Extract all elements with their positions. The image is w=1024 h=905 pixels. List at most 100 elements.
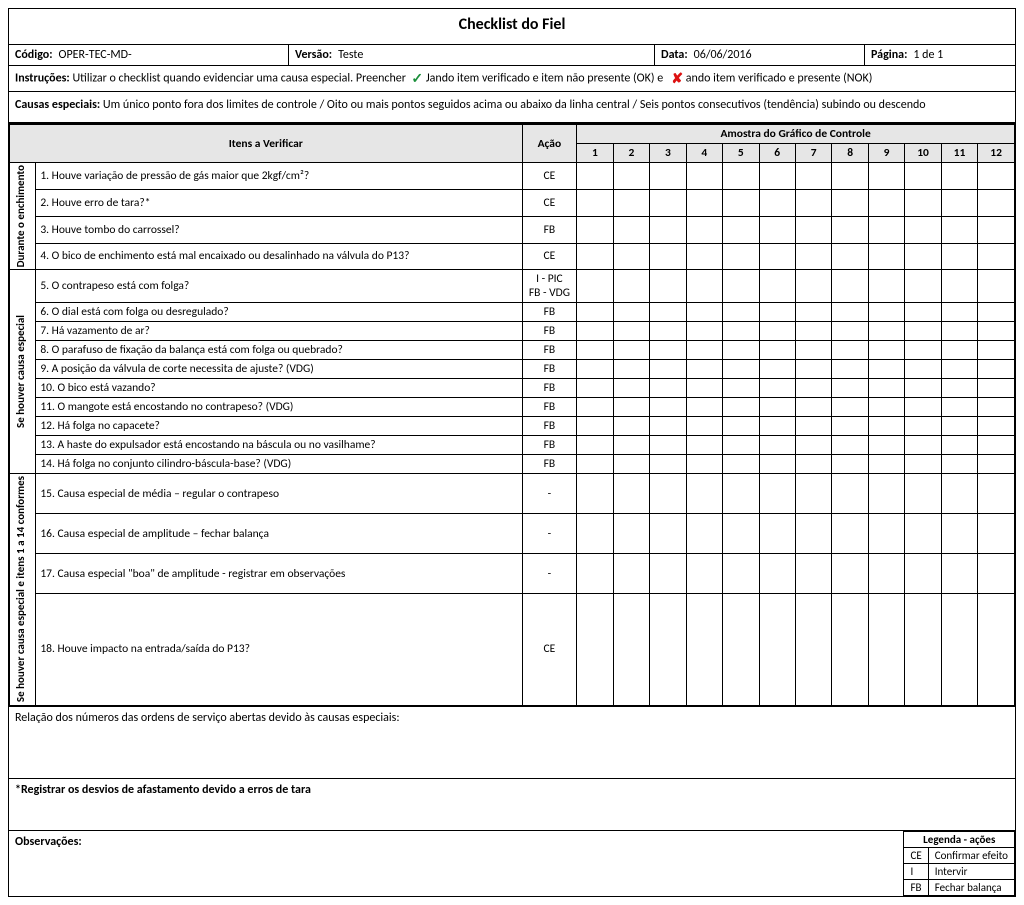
sample-cell[interactable] (978, 417, 1015, 436)
sample-cell[interactable] (613, 189, 649, 216)
sample-cell[interactable] (905, 163, 941, 190)
sample-cell[interactable] (759, 398, 795, 417)
sample-cell[interactable] (686, 189, 722, 216)
sample-cell[interactable] (868, 514, 904, 554)
sample-cell[interactable] (759, 474, 795, 514)
sample-cell[interactable] (613, 216, 649, 243)
sample-cell[interactable] (941, 360, 977, 379)
sample-cell[interactable] (795, 243, 831, 270)
sample-cell[interactable] (613, 554, 649, 594)
sample-cell[interactable] (686, 303, 722, 322)
sample-cell[interactable] (650, 514, 686, 554)
sample-cell[interactable] (795, 216, 831, 243)
sample-cell[interactable] (978, 189, 1015, 216)
sample-cell[interactable] (613, 163, 649, 190)
sample-cell[interactable] (941, 594, 977, 705)
sample-cell[interactable] (868, 322, 904, 341)
sample-cell[interactable] (759, 322, 795, 341)
sample-cell[interactable] (978, 379, 1015, 398)
sample-cell[interactable] (941, 436, 977, 455)
sample-cell[interactable] (795, 163, 831, 190)
sample-cell[interactable] (795, 398, 831, 417)
sample-cell[interactable] (650, 417, 686, 436)
sample-cell[interactable] (686, 436, 722, 455)
sample-cell[interactable] (868, 189, 904, 216)
sample-cell[interactable] (723, 341, 759, 360)
sample-cell[interactable] (577, 341, 613, 360)
sample-cell[interactable] (577, 474, 613, 514)
sample-cell[interactable] (941, 554, 977, 594)
sample-cell[interactable] (905, 189, 941, 216)
sample-cell[interactable] (832, 341, 868, 360)
sample-cell[interactable] (723, 379, 759, 398)
sample-cell[interactable] (650, 379, 686, 398)
sample-cell[interactable] (613, 270, 649, 303)
sample-cell[interactable] (686, 341, 722, 360)
sample-cell[interactable] (686, 554, 722, 594)
sample-cell[interactable] (905, 594, 941, 705)
sample-cell[interactable] (905, 436, 941, 455)
sample-cell[interactable] (795, 554, 831, 594)
sample-cell[interactable] (650, 341, 686, 360)
sample-cell[interactable] (941, 474, 977, 514)
sample-cell[interactable] (650, 189, 686, 216)
sample-cell[interactable] (613, 360, 649, 379)
sample-cell[interactable] (759, 455, 795, 474)
sample-cell[interactable] (832, 243, 868, 270)
sample-cell[interactable] (868, 341, 904, 360)
sample-cell[interactable] (723, 474, 759, 514)
sample-cell[interactable] (868, 455, 904, 474)
sample-cell[interactable] (795, 189, 831, 216)
sample-cell[interactable] (905, 514, 941, 554)
sample-cell[interactable] (723, 554, 759, 594)
sample-cell[interactable] (650, 270, 686, 303)
sample-cell[interactable] (941, 455, 977, 474)
sample-cell[interactable] (868, 398, 904, 417)
sample-cell[interactable] (978, 303, 1015, 322)
sample-cell[interactable] (577, 322, 613, 341)
sample-cell[interactable] (759, 436, 795, 455)
sample-cell[interactable] (868, 379, 904, 398)
sample-cell[interactable] (941, 379, 977, 398)
sample-cell[interactable] (978, 455, 1015, 474)
sample-cell[interactable] (759, 594, 795, 705)
sample-cell[interactable] (832, 379, 868, 398)
sample-cell[interactable] (650, 243, 686, 270)
sample-cell[interactable] (832, 514, 868, 554)
sample-cell[interactable] (978, 270, 1015, 303)
sample-cell[interactable] (978, 594, 1015, 705)
sample-cell[interactable] (905, 554, 941, 594)
sample-cell[interactable] (650, 216, 686, 243)
sample-cell[interactable] (832, 474, 868, 514)
sample-cell[interactable] (686, 360, 722, 379)
sample-cell[interactable] (832, 594, 868, 705)
sample-cell[interactable] (577, 554, 613, 594)
sample-cell[interactable] (941, 163, 977, 190)
sample-cell[interactable] (759, 189, 795, 216)
sample-cell[interactable] (978, 322, 1015, 341)
sample-cell[interactable] (577, 163, 613, 190)
sample-cell[interactable] (613, 322, 649, 341)
sample-cell[interactable] (905, 360, 941, 379)
sample-cell[interactable] (650, 360, 686, 379)
sample-cell[interactable] (868, 216, 904, 243)
sample-cell[interactable] (832, 189, 868, 216)
sample-cell[interactable] (941, 322, 977, 341)
sample-cell[interactable] (868, 303, 904, 322)
sample-cell[interactable] (905, 270, 941, 303)
sample-cell[interactable] (577, 216, 613, 243)
sample-cell[interactable] (795, 417, 831, 436)
sample-cell[interactable] (941, 341, 977, 360)
sample-cell[interactable] (905, 243, 941, 270)
sample-cell[interactable] (650, 303, 686, 322)
sample-cell[interactable] (650, 436, 686, 455)
sample-cell[interactable] (686, 514, 722, 554)
sample-cell[interactable] (577, 360, 613, 379)
sample-cell[interactable] (723, 189, 759, 216)
sample-cell[interactable] (613, 303, 649, 322)
sample-cell[interactable] (650, 594, 686, 705)
sample-cell[interactable] (686, 322, 722, 341)
sample-cell[interactable] (613, 379, 649, 398)
sample-cell[interactable] (613, 436, 649, 455)
sample-cell[interactable] (941, 189, 977, 216)
